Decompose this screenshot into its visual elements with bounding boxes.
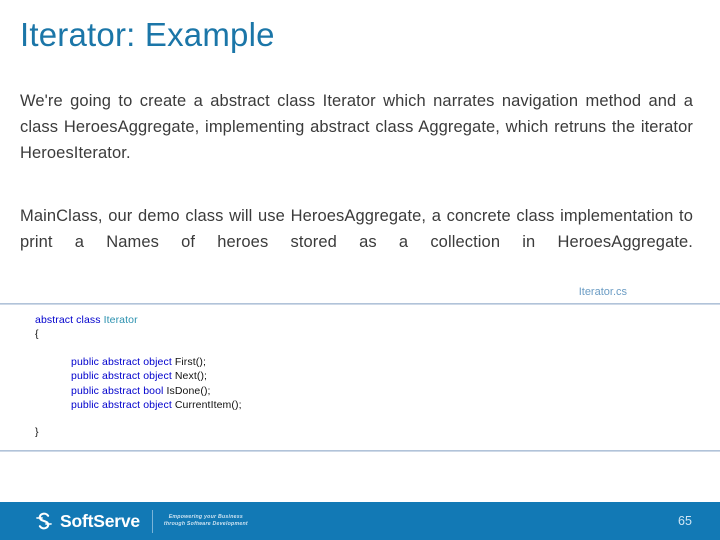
softserve-s-icon — [33, 510, 55, 532]
code-keyword: public abstract object — [71, 370, 175, 383]
page-title: Iterator: Example — [20, 16, 275, 53]
slide-canvas: Iterator: Example We're going to create … — [0, 0, 720, 540]
code-line: public abstract bool IsDone(); — [0, 384, 720, 398]
logo-wordmark: SoftServe — [60, 511, 140, 531]
code-spacer — [0, 342, 720, 355]
code-filename-label: Iterator.cs — [578, 286, 627, 298]
code-line: } — [0, 425, 720, 439]
code-line: public abstract object Next(); — [0, 369, 720, 383]
logo-divider — [151, 509, 153, 533]
code-line: { — [0, 327, 720, 341]
code-identifier: { — [35, 328, 39, 341]
code-keyword: public abstract object — [71, 355, 175, 368]
code-identifier: } — [35, 426, 39, 439]
code-type-name: Iterator — [103, 314, 138, 326]
code-keyword: public abstract object — [71, 399, 175, 412]
code-spacer — [0, 412, 720, 425]
code-keyword: public abstract bool — [71, 384, 167, 397]
brand-logo: SoftServe Empowering your Business throu… — [33, 509, 248, 533]
tagline-line-2: through Software Development — [163, 521, 248, 527]
code-keyword: abstract class — [35, 314, 104, 326]
code-block: abstract class Iterator{public abstract … — [0, 303, 720, 452]
code-line: public abstract object First(); — [0, 355, 720, 369]
paragraph: We're going to create a abstract class I… — [20, 92, 693, 162]
brand-tagline: Empowering your Business through Softwar… — [164, 514, 248, 528]
code-identifier: IsDone(); — [166, 384, 211, 397]
body-text-block: We're going to create a abstract class I… — [20, 88, 693, 281]
code-content: abstract class Iterator{public abstract … — [0, 305, 720, 450]
paragraph: MainClass, our demo class will use Heroe… — [20, 207, 693, 251]
code-identifier: First(); — [174, 355, 206, 368]
code-identifier: CurrentItem(); — [174, 399, 242, 412]
tagline-line-1: Empowering your Business — [168, 514, 244, 520]
code-line: abstract class Iterator — [0, 313, 720, 327]
code-bottom-divider — [0, 449, 720, 452]
code-line: public abstract object CurrentItem(); — [0, 398, 720, 412]
page-number: 65 — [678, 514, 692, 528]
code-identifier: Next(); — [174, 370, 208, 383]
